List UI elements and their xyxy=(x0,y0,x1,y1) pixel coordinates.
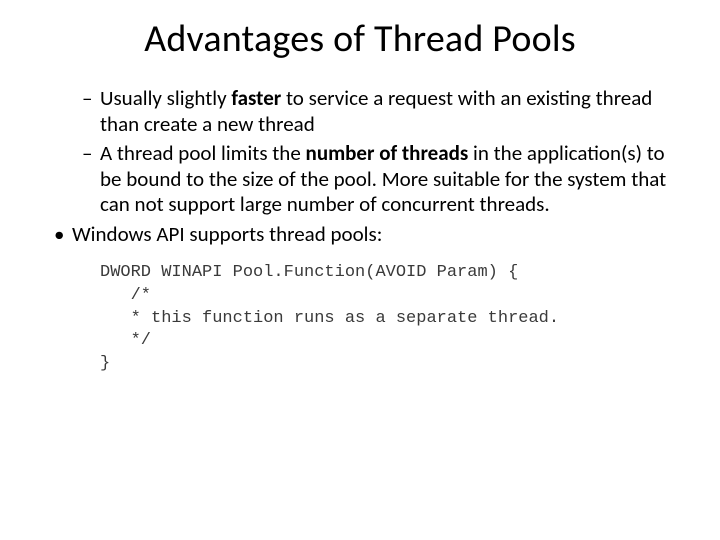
sub-bullet-list: Usually slightly faster to service a req… xyxy=(82,86,680,218)
text-run: Usually slightly xyxy=(100,85,231,111)
slide: Advantages of Thread Pools Usually sligh… xyxy=(0,0,720,540)
code-line: } xyxy=(100,354,110,373)
code-line: */ xyxy=(100,331,151,350)
text-run: A thread pool limits the xyxy=(100,140,306,166)
list-item: Usually slightly faster to service a req… xyxy=(82,86,680,137)
text-run-bold: faster xyxy=(231,85,281,111)
slide-title: Advantages of Thread Pools xyxy=(40,16,680,62)
main-bullet-list: Windows API supports thread pools: xyxy=(54,222,680,248)
code-snippet: DWORD WINAPI Pool.Function(AVOID Param) … xyxy=(100,262,680,377)
code-line: * this function runs as a separate threa… xyxy=(100,309,559,328)
code-line: DWORD WINAPI Pool.Function(AVOID Param) … xyxy=(100,263,518,282)
code-line: /* xyxy=(100,286,151,305)
text-run-bold: number of threads xyxy=(306,140,469,166)
list-item: A thread pool limits the number of threa… xyxy=(82,141,680,218)
list-item: Windows API supports thread pools: xyxy=(54,222,680,248)
